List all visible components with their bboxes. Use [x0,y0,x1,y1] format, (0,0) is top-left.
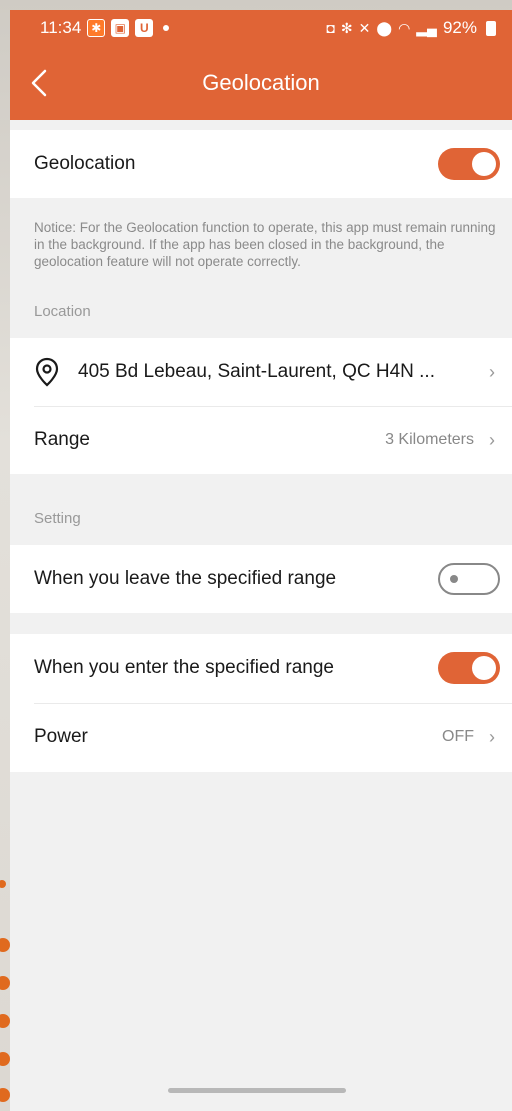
range-label: Range [34,429,90,450]
range-value: 3 Kilometers [385,431,474,448]
status-bar: 11:34 ✱ ▣ U ◘ ✻ ✕ ⬤ ◠ ▂▄ 92% [10,10,512,46]
location-card: 405 Bd Lebeau, Saint-Laurent, QC H4N ...… [10,338,512,474]
power-label: Power [34,726,88,747]
page-title: Geolocation [202,70,320,95]
app-u-icon: U [135,19,154,37]
enter-range-row: When you enter the specified range [10,634,512,702]
chevron-right-icon: › [489,361,495,382]
power-value: OFF [442,728,474,745]
app-notification-icon: ✱ [87,19,106,37]
location-section-title: Location [34,303,91,320]
app-header: Geolocation [10,46,512,120]
leave-range-toggle[interactable] [438,563,500,595]
battery-icon [486,20,496,36]
bluetooth-icon: ✻ [340,19,353,36]
enter-range-toggle[interactable] [438,652,500,684]
lock-icon: ◘ [326,20,335,36]
wifi-icon: ◠ [398,19,411,36]
geolocation-notice: Notice: For the Geolocation function to … [34,220,496,269]
gallery-icon: ▣ [111,19,130,37]
location-icon: ⬤ [376,19,393,36]
battery-percent: 92% [442,18,477,37]
chevron-right-icon: › [489,429,495,450]
geolocation-row: Geolocation [10,130,512,198]
address-text: 405 Bd Lebeau, Saint-Laurent, QC H4N ... [78,361,435,382]
signal-icon: ▂▄ [416,19,437,36]
leave-range-row: When you leave the specified range [10,545,512,613]
chevron-right-icon: › [489,726,495,747]
geolocation-toggle[interactable] [438,148,500,180]
range-row[interactable]: Range 3 Kilometers › [10,406,512,474]
phone-screen: 11:34 ✱ ▣ U ◘ ✻ ✕ ⬤ ◠ ▂▄ 92% Geolocation… [10,10,512,1111]
mute-icon: ✕ [358,19,371,36]
location-pin-icon [35,357,59,387]
status-time: 11:34 [40,18,82,37]
leave-range-label: When you leave the specified range [34,568,337,589]
geolocation-label: Geolocation [34,153,136,174]
geolocation-card: Geolocation [10,130,512,198]
setting-section-title: Setting [34,510,81,527]
power-row[interactable]: Power OFF › [10,703,512,771]
address-row[interactable]: 405 Bd Lebeau, Saint-Laurent, QC H4N ...… [10,338,512,406]
leave-card: When you leave the specified range [10,545,512,613]
dot-icon [163,25,170,31]
home-indicator[interactable] [168,1088,346,1093]
enter-range-label: When you enter the specified range [34,657,334,678]
enter-card: When you enter the specified range Power… [10,634,512,772]
